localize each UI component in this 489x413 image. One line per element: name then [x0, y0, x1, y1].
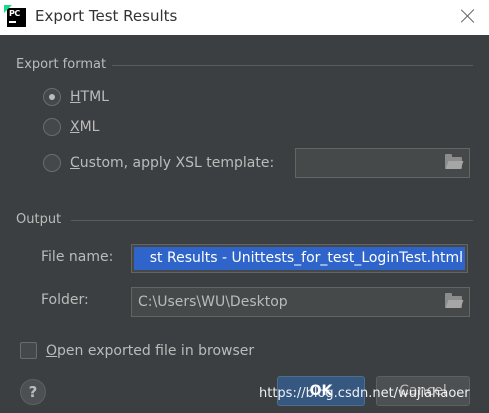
pycharm-logo-icon: PC	[4, 5, 26, 27]
export-format-section: Export format	[16, 57, 473, 72]
window-title: Export Test Results	[35, 7, 178, 25]
radio-html[interactable]: HTML	[43, 88, 109, 106]
radio-xml-mnemonic: X	[70, 119, 80, 135]
section-divider	[112, 65, 473, 66]
output-section: Output	[16, 212, 473, 227]
radio-custom[interactable]: Custom, apply XSL template:	[43, 154, 274, 172]
file-name-label: File name:	[41, 249, 114, 265]
app-icon-text: PC	[9, 9, 20, 18]
radio-button[interactable]	[43, 118, 61, 136]
file-name-value: st Results - Unittests_for_test_LoginTes…	[149, 250, 463, 266]
radio-xml[interactable]: XML	[43, 118, 99, 136]
radio-html-mnemonic: H	[70, 89, 81, 105]
open-in-browser-checkbox[interactable]	[20, 342, 37, 359]
radio-custom-mnemonic: C	[70, 155, 80, 171]
open-in-browser-mnemonic: O	[46, 342, 58, 359]
section-divider	[71, 220, 473, 221]
radio-xml-label: ML	[79, 119, 100, 135]
open-in-browser-option[interactable]: Open exported file in browser	[20, 342, 254, 359]
output-label: Output	[16, 212, 62, 227]
folder-icon[interactable]	[445, 293, 462, 308]
help-button[interactable]: ?	[20, 379, 46, 405]
radio-button-checked[interactable]	[43, 88, 61, 106]
file-name-input[interactable]: st Results - Unittests_for_test_LoginTes…	[131, 244, 468, 273]
folder-value: C:\Users\WU\Desktop	[138, 294, 288, 310]
watermark: https://blog.csdn.net/wujiahaoer	[259, 386, 470, 401]
radio-html-label: TML	[80, 89, 109, 105]
radio-custom-label: ustom, apply XSL template:	[79, 155, 275, 171]
text-selection: st Results - Unittests_for_test_LoginTes…	[134, 247, 465, 270]
export-format-label: Export format	[16, 57, 107, 72]
close-icon[interactable]	[458, 6, 478, 26]
folder-field[interactable]: C:\Users\WU\Desktop	[131, 287, 470, 317]
open-in-browser-label: pen exported file in browser	[57, 342, 255, 359]
folder-icon[interactable]	[445, 154, 462, 169]
title-bar: PC Export Test Results	[0, 0, 489, 35]
folder-label: Folder:	[41, 292, 89, 308]
radio-button[interactable]	[43, 154, 61, 172]
xsl-template-field[interactable]	[295, 148, 470, 178]
